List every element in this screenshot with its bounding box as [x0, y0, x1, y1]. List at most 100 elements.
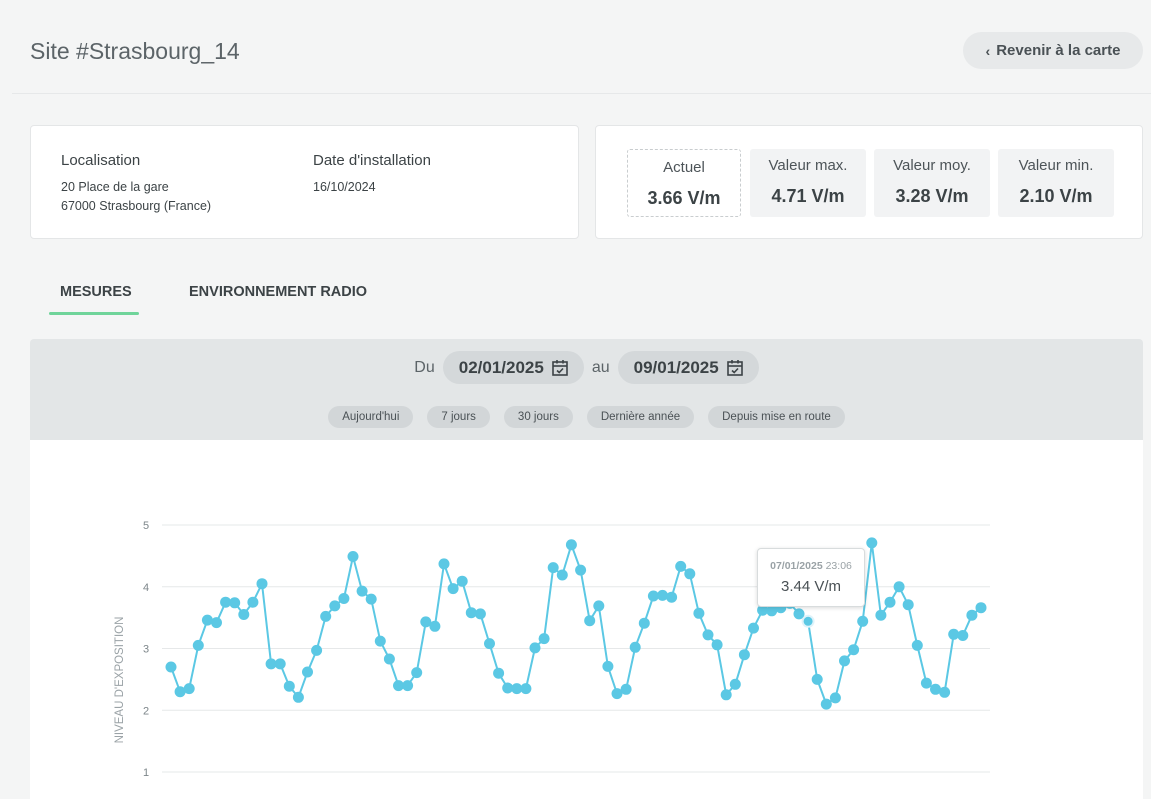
- data-point: [447, 583, 459, 595]
- stats-card: Actuel 3.66 V/m Valeur max. 4.71 V/m Val…: [595, 125, 1143, 239]
- data-point: [256, 578, 268, 590]
- data-point: [402, 680, 414, 692]
- calendar-icon: [726, 360, 743, 376]
- data-point: [292, 691, 304, 703]
- data-point: [493, 667, 505, 679]
- location-block: Localisation 20 Place de la gare 67000 S…: [61, 152, 211, 216]
- data-point: [329, 600, 341, 612]
- to-date-value: 09/01/2025: [633, 357, 719, 377]
- tooltip-timestamp: 07/01/2025 23:06: [758, 560, 864, 572]
- stat-min-label: Valeur min.: [1018, 157, 1094, 174]
- data-point: [411, 667, 423, 679]
- data-point: [456, 575, 468, 587]
- data-point: [211, 617, 222, 629]
- data-point: [238, 609, 250, 620]
- data-point: [666, 591, 678, 603]
- page-title: Site #Strasbourg_14: [30, 38, 240, 64]
- data-point: [565, 539, 577, 551]
- data-point: [657, 589, 668, 601]
- data-point: [811, 673, 823, 685]
- data-point: [884, 596, 896, 608]
- stat-current-label: Actuel: [663, 159, 705, 176]
- data-point: [720, 689, 732, 701]
- data-point: [711, 639, 723, 651]
- tooltip-time: 23:06: [825, 560, 852, 572]
- date-range-row: Du 02/01/2025 au 09/01/2025: [30, 351, 1143, 384]
- tab-environnement-radio[interactable]: ENVIRONNEMENT RADIO: [189, 284, 367, 300]
- to-date-picker[interactable]: 09/01/2025: [617, 351, 759, 384]
- data-point: [556, 569, 568, 581]
- data-point: [957, 630, 969, 641]
- measurements-chart-panel: 1 2 3 4 5 NIVEAU D'EXPOSITION 07/01/2025 23:0…: [30, 440, 1143, 799]
- stat-avg: Valeur moy. 3.28 V/m: [874, 149, 990, 217]
- stat-min-value: 2.10 V/m: [1019, 186, 1093, 206]
- preset-today[interactable]: Aujourd'hui: [328, 406, 414, 428]
- data-point: [165, 661, 177, 673]
- stat-avg-value: 3.28 V/m: [895, 186, 969, 206]
- preset-since-start[interactable]: Depuis mise en route: [708, 406, 845, 428]
- data-point: [702, 629, 714, 641]
- tab-mesures[interactable]: MESURES: [60, 284, 132, 300]
- preset-7-days[interactable]: 7 jours: [427, 406, 490, 428]
- data-point: [801, 614, 815, 628]
- data-point: [975, 602, 987, 614]
- data-point: [729, 678, 741, 690]
- y-tick-label: 1: [143, 767, 149, 779]
- preset-last-year[interactable]: Dernière année: [586, 406, 695, 428]
- install-date-block: Date d'installation 16/10/2024: [313, 152, 431, 197]
- active-tab-indicator: [49, 312, 139, 315]
- data-point: [302, 666, 313, 678]
- data-point: [629, 641, 641, 653]
- stat-avg-label: Valeur moy.: [893, 157, 971, 174]
- data-point: [356, 585, 368, 597]
- chevron-left-icon: ‹: [985, 42, 991, 59]
- data-point: [602, 660, 614, 672]
- location-label: Localisation: [61, 152, 141, 169]
- data-point: [429, 620, 441, 632]
- data-point: [438, 558, 450, 570]
- data-point: [848, 644, 860, 656]
- date-filter-panel: Du 02/01/2025 au 09/01/2025 Aujourd'hui …: [30, 339, 1143, 440]
- back-to-map-button[interactable]: ‹ Revenir à la carte: [963, 32, 1143, 69]
- data-point: [229, 597, 241, 609]
- stat-min: Valeur min. 2.10 V/m: [998, 149, 1114, 217]
- y-tick-label: 5: [143, 520, 149, 532]
- data-point: [866, 537, 878, 549]
- site-info-card: Localisation 20 Place de la gare 67000 S…: [30, 125, 579, 239]
- tooltip-value: 3.44 V/m: [780, 578, 842, 595]
- install-date-value: 16/10/2024: [313, 180, 376, 194]
- data-point: [311, 644, 323, 656]
- back-to-map-label: Revenir à la carte: [996, 42, 1121, 59]
- data-point: [820, 698, 832, 710]
- data-point: [911, 639, 923, 651]
- preset-range-row: Aujourd'hui 7 jours 30 jours Dernière an…: [30, 406, 1143, 428]
- data-point: [584, 615, 596, 627]
- data-point: [829, 692, 841, 704]
- data-point: [183, 683, 195, 695]
- data-point: [374, 635, 386, 647]
- data-point: [738, 649, 750, 661]
- y-tick-label: 2: [143, 705, 149, 717]
- data-point: [675, 560, 687, 572]
- stat-current-value: 3.66 V/m: [647, 188, 721, 208]
- data-point: [538, 633, 550, 645]
- data-point: [920, 677, 932, 689]
- data-point: [274, 658, 286, 670]
- data-point: [283, 680, 295, 692]
- preset-30-days[interactable]: 30 jours: [503, 406, 573, 428]
- tooltip-date: 07/01/2025: [770, 560, 823, 572]
- data-point: [684, 568, 696, 580]
- data-point: [620, 683, 632, 695]
- data-point: [893, 581, 905, 593]
- y-axis-label: NIVEAU D'EXPOSITION: [114, 617, 126, 744]
- data-point: [857, 615, 869, 627]
- from-date-picker[interactable]: 02/01/2025: [442, 351, 584, 384]
- data-point: [192, 639, 204, 651]
- from-date-value: 02/01/2025: [458, 357, 544, 377]
- exposure-line-chart[interactable]: 1 2 3 4 5 NIVEAU D'EXPOSITION: [30, 440, 1143, 799]
- data-point: [966, 609, 978, 621]
- page-header: Site #Strasbourg_14 ‹ Revenir à la carte: [12, 10, 1151, 94]
- data-point: [693, 607, 705, 619]
- data-point: [638, 617, 650, 629]
- calendar-icon: [552, 360, 568, 376]
